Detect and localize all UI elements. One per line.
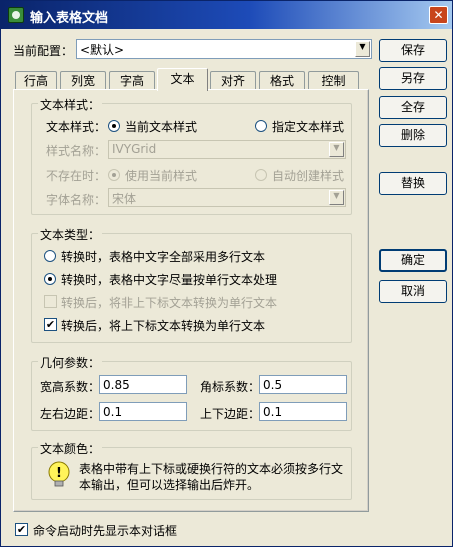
text-style-label: 文本样式： xyxy=(46,120,107,134)
missing-label: 不存在时： xyxy=(46,169,107,183)
text-color-note-line1: 表格中带有上下标或硬换行符的文本必须按多行文 xyxy=(79,462,344,476)
text-type-group-title: 文本类型： xyxy=(38,226,103,243)
corner-label: 角标系数： xyxy=(200,380,261,394)
title-bar[interactable]: 输入表格文档 ✕ xyxy=(1,1,452,29)
auto-create-style-label: 自动创建样式 xyxy=(272,169,345,183)
config-select[interactable]: <默认> ▼ xyxy=(76,39,372,59)
warning-bulb-icon: ! xyxy=(48,461,70,487)
radio-single-line-first[interactable] xyxy=(44,273,56,285)
ok-button[interactable]: 确定 xyxy=(379,249,447,272)
style-name-select[interactable]: IVYGrid ▼ xyxy=(108,140,346,159)
checkbox-show-dialog-on-start[interactable]: ✔ xyxy=(15,523,28,536)
style-name-label: 样式名称： xyxy=(46,144,107,158)
text-style-group-title: 文本样式： xyxy=(38,96,103,113)
window-title: 输入表格文档 xyxy=(30,11,109,26)
aspect-input[interactable]: 0.85 xyxy=(99,375,187,394)
text-color-group-title: 文本颜色： xyxy=(38,440,103,457)
corner-input[interactable]: 0.5 xyxy=(259,375,347,394)
aspect-value: 0.85 xyxy=(103,378,130,392)
multi-line-label: 转换时，表格中文字全部采用多行文本 xyxy=(61,250,266,264)
cancel-button[interactable]: 取消 xyxy=(379,280,447,303)
close-icon: ✕ xyxy=(433,8,444,22)
lr-margin-input[interactable]: 0.1 xyxy=(99,402,187,421)
font-name-select[interactable]: 宋体 ▼ xyxy=(108,188,346,207)
tb-margin-input[interactable]: 0.1 xyxy=(259,402,347,421)
app-icon xyxy=(8,7,24,23)
radio-use-current-style[interactable] xyxy=(108,169,120,181)
tab-char-height[interactable]: 字高 xyxy=(109,71,155,90)
style-name-value: IVYGrid xyxy=(112,142,157,156)
current-text-style-label: 当前文本样式 xyxy=(125,120,198,134)
replace-button[interactable]: 替换 xyxy=(379,172,447,195)
close-button[interactable]: ✕ xyxy=(429,6,448,24)
tab-column-width[interactable]: 列宽 xyxy=(60,71,106,90)
tab-text[interactable]: 文本 xyxy=(157,68,208,91)
font-name-value: 宋体 xyxy=(112,192,137,206)
radio-current-text-style[interactable] xyxy=(108,120,120,132)
config-label: 当前配置： xyxy=(13,44,74,58)
chevron-down-icon: ▼ xyxy=(355,41,370,57)
specified-text-style-label: 指定文本样式 xyxy=(272,120,345,134)
save-button[interactable]: 保存 xyxy=(379,39,447,62)
use-current-style-label: 使用当前样式 xyxy=(125,169,198,183)
geometry-group-title: 几何参数： xyxy=(38,354,103,371)
tab-control[interactable]: 控制 xyxy=(308,71,359,90)
single-line-first-label: 转换时，表格中文字尽量按单行文本处理 xyxy=(61,273,278,287)
lr-margin-label: 左右边距： xyxy=(40,407,101,421)
config-value: <默认> xyxy=(80,43,125,57)
save-as-button[interactable]: 另存 xyxy=(379,67,447,90)
text-color-note-line2: 本输出，但可以选择输出后炸开。 xyxy=(79,478,260,492)
tb-margin-label: 上下边距： xyxy=(200,407,261,421)
chevron-down-icon: ▼ xyxy=(329,190,344,205)
lr-margin-value: 0.1 xyxy=(103,405,123,419)
radio-multi-line[interactable] xyxy=(44,250,56,262)
checkbox-non-sub-to-single[interactable] xyxy=(44,295,57,308)
tab-format[interactable]: 格式 xyxy=(259,71,305,90)
sub-to-single-label: 转换后，将上下标文本转换为单行文本 xyxy=(61,319,266,333)
checkbox-sub-to-single[interactable]: ✔ xyxy=(44,318,57,331)
non-sub-to-single-label: 转换后，将非上下标文本转换为单行文本 xyxy=(61,296,278,310)
radio-specified-text-style[interactable] xyxy=(255,120,267,132)
tab-row-height[interactable]: 行高 xyxy=(15,71,57,90)
corner-value: 0.5 xyxy=(263,378,283,392)
input-table-dialog: 输入表格文档 ✕ 当前配置： <默认> ▼ 保存 另存 全存 删除 替换 确定 … xyxy=(0,0,453,547)
chevron-down-icon: ▼ xyxy=(329,142,344,157)
save-all-button[interactable]: 全存 xyxy=(379,96,447,119)
svg-text:!: ! xyxy=(56,466,62,481)
show-dialog-on-start-label: 命令启动时先显示本对话框 xyxy=(33,524,178,538)
tab-align[interactable]: 对齐 xyxy=(210,71,256,90)
delete-button[interactable]: 删除 xyxy=(379,124,447,147)
tb-margin-value: 0.1 xyxy=(263,405,283,419)
font-name-label: 字体名称： xyxy=(46,193,107,207)
radio-auto-create-style[interactable] xyxy=(255,169,267,181)
aspect-label: 宽高系数： xyxy=(40,380,101,394)
